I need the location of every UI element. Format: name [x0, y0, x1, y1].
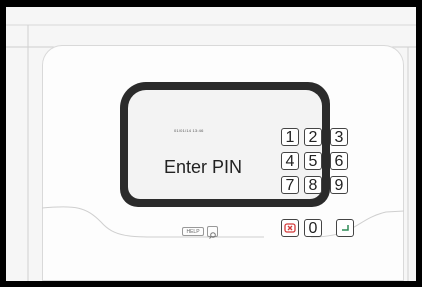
magnifier-icon: [209, 232, 216, 239]
key-6[interactable]: 6: [330, 152, 348, 170]
magnifier-button[interactable]: [207, 226, 218, 239]
key-8[interactable]: 8: [304, 176, 322, 194]
key-1[interactable]: 1: [281, 128, 299, 146]
key-2[interactable]: 2: [304, 128, 322, 146]
enter-icon: [342, 225, 349, 231]
key-9[interactable]: 9: [330, 176, 348, 194]
help-button[interactable]: HELP: [182, 227, 204, 236]
screenshot-frame: 01/01/14 13:46 Enter PIN 1 2 3 4 5 6 7 8…: [0, 0, 422, 287]
device-scene: 01/01/14 13:46 Enter PIN 1 2 3 4 5 6 7 8…: [6, 7, 416, 281]
key-5[interactable]: 5: [304, 152, 322, 170]
enter-button[interactable]: [336, 219, 354, 237]
key-4[interactable]: 4: [281, 152, 299, 170]
key-7[interactable]: 7: [281, 176, 299, 194]
display-timestamp: 01/01/14 13:46: [174, 128, 204, 133]
cancel-button[interactable]: [281, 219, 299, 237]
cancel-icon: [284, 223, 296, 233]
display-prompt: Enter PIN: [164, 157, 243, 177]
key-0[interactable]: 0: [304, 219, 322, 237]
key-3[interactable]: 3: [330, 128, 348, 146]
